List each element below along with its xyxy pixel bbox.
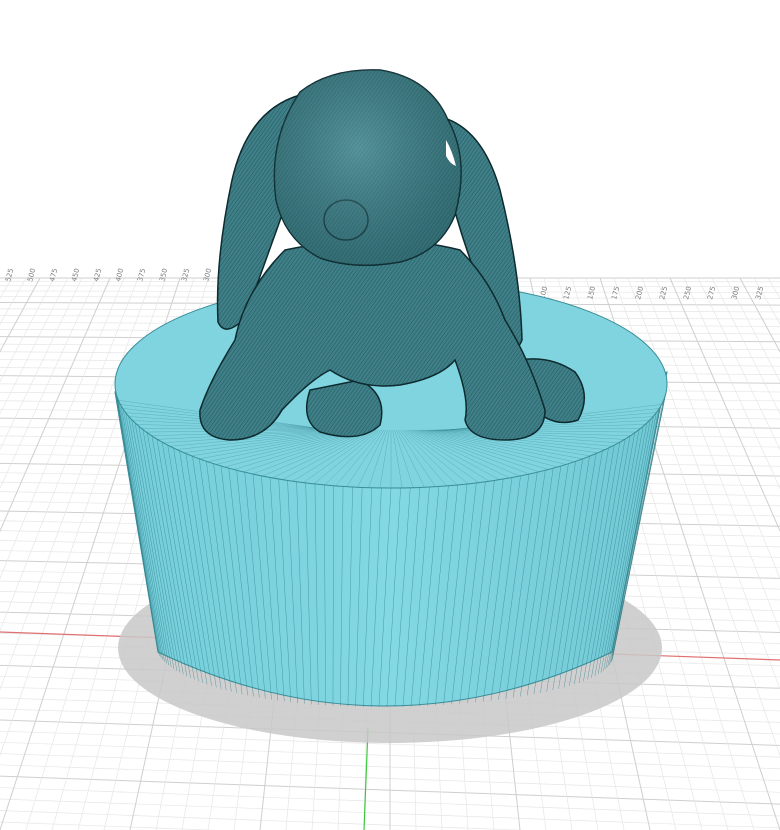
ruler-label: 425 xyxy=(92,268,103,283)
ruler-label: 375 xyxy=(136,268,147,283)
grid-line-vertical xyxy=(739,277,780,353)
grid-line-vertical xyxy=(0,277,111,533)
ruler-label: 300 xyxy=(202,268,213,283)
grid-line-vertical xyxy=(753,277,780,325)
3d-viewport[interactable]: 525500475450425400375350325300 751001251… xyxy=(0,0,780,830)
grid-line-vertical xyxy=(0,277,27,325)
ruler-label: 525 xyxy=(4,268,15,283)
bunny-model[interactable] xyxy=(199,69,585,441)
grid-line-vertical xyxy=(641,277,780,632)
ruler-label: 450 xyxy=(70,268,81,283)
grid-line-vertical xyxy=(0,277,41,353)
bunny-shading xyxy=(274,69,462,266)
bunny-back-left-leg xyxy=(305,379,383,438)
grid-line-vertical xyxy=(683,277,780,490)
ruler-label: 350 xyxy=(158,268,169,283)
scene-canvas[interactable]: 525500475450425400375350325300 751001251… xyxy=(0,0,780,830)
ruler-label: 325 xyxy=(180,268,191,283)
ruler-label: 475 xyxy=(48,268,59,283)
ruler-label: 500 xyxy=(26,268,37,283)
grid-line-vertical xyxy=(669,277,780,533)
ruler-label: 400 xyxy=(114,268,125,283)
grid-line-vertical xyxy=(0,277,97,490)
